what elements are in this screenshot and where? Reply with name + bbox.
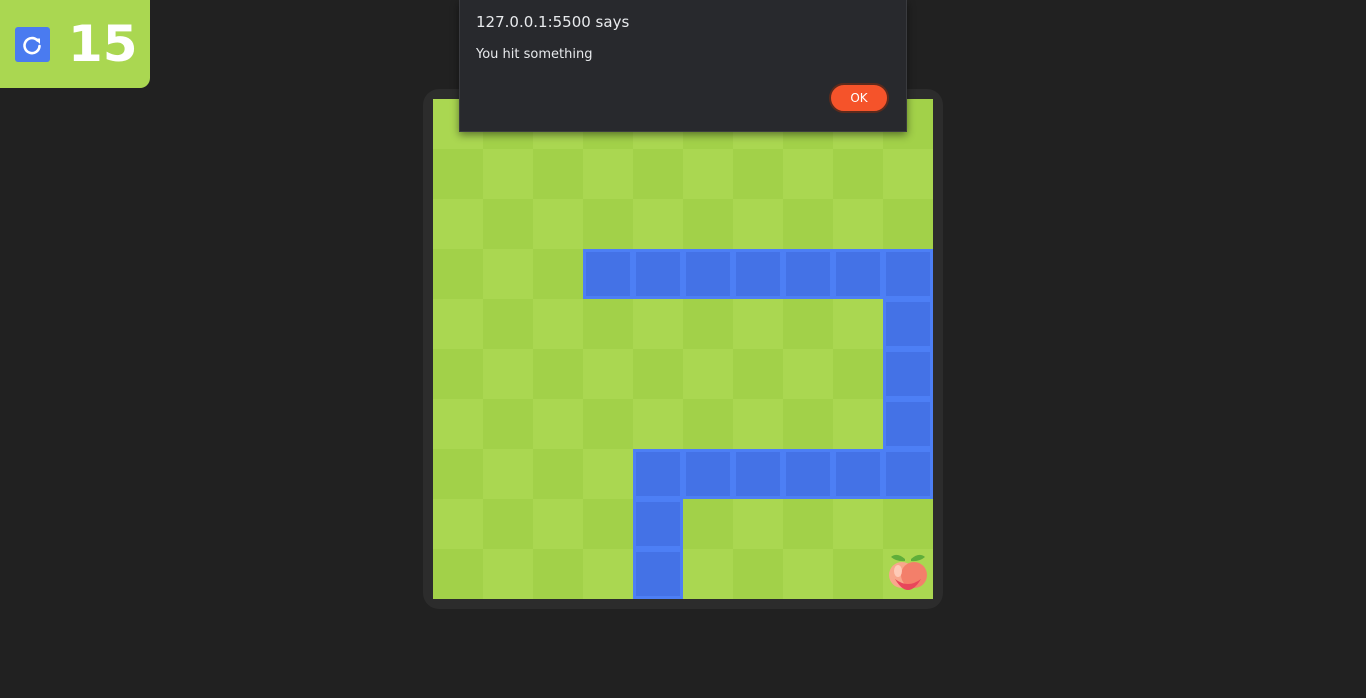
- peach-icon: [883, 549, 933, 599]
- board-cell: [583, 499, 633, 549]
- score-value: 15: [68, 15, 138, 73]
- board-cell: [683, 299, 733, 349]
- board-cell: [633, 149, 683, 199]
- dialog-title: 127.0.0.1:5500 says: [476, 13, 630, 31]
- board-cell: [683, 399, 733, 449]
- score-panel: 15: [0, 0, 150, 88]
- board-cell: [683, 349, 733, 399]
- board-cell: [433, 499, 483, 549]
- board-cell: [783, 399, 833, 449]
- board-cell: [433, 349, 483, 399]
- board-cell: [633, 399, 683, 449]
- snake-segment: [883, 399, 933, 449]
- board-cell: [483, 349, 533, 399]
- snake-segment: [833, 449, 883, 499]
- board-cell: [433, 149, 483, 199]
- snake-segment: [733, 449, 783, 499]
- board-cell: [583, 149, 633, 199]
- board-cell: [883, 499, 933, 549]
- board-cell: [833, 349, 883, 399]
- snake-segment: [583, 249, 633, 299]
- snake-segment: [883, 349, 933, 399]
- board-cell: [483, 449, 533, 499]
- ok-button[interactable]: OK: [829, 83, 889, 113]
- board-cell: [783, 349, 833, 399]
- board-cell: [583, 549, 633, 599]
- board-cell: [433, 399, 483, 449]
- snake-segment: [683, 249, 733, 299]
- board-cell: [533, 349, 583, 399]
- snake-segment: [883, 449, 933, 499]
- board-cell: [783, 299, 833, 349]
- board-cell: [883, 199, 933, 249]
- board-cell: [483, 549, 533, 599]
- snake-segment: [833, 249, 883, 299]
- board-cell: [683, 549, 733, 599]
- board-cell: [533, 499, 583, 549]
- snake-segment: [783, 449, 833, 499]
- board-cell: [733, 349, 783, 399]
- board-cell: [433, 449, 483, 499]
- dialog-message: You hit something: [476, 47, 593, 62]
- snake-segment: [883, 299, 933, 349]
- snake-segment: [633, 449, 683, 499]
- alert-dialog: 127.0.0.1:5500 says You hit something OK: [459, 0, 907, 132]
- board-cell: [833, 499, 883, 549]
- snake-segment: [633, 499, 683, 549]
- board-cell: [483, 499, 533, 549]
- board-cell: [483, 149, 533, 199]
- snake-segment: [633, 249, 683, 299]
- board-cell: [833, 299, 883, 349]
- board-cell: [483, 199, 533, 249]
- board-cell: [683, 499, 733, 549]
- board-cell: [733, 399, 783, 449]
- board-cell: [483, 249, 533, 299]
- board-cell: [633, 199, 683, 249]
- board-cell: [533, 299, 583, 349]
- board-cell: [733, 299, 783, 349]
- board-cell: [733, 499, 783, 549]
- board-cell: [683, 199, 733, 249]
- board-cell: [633, 349, 683, 399]
- board-cell: [783, 199, 833, 249]
- board-cell: [783, 149, 833, 199]
- board-cell: [583, 199, 633, 249]
- board-cell: [683, 149, 733, 199]
- restart-icon: [23, 36, 41, 55]
- board-cell: [533, 549, 583, 599]
- board-cell: [433, 299, 483, 349]
- board-cell: [533, 449, 583, 499]
- snake-segment: [783, 249, 833, 299]
- board-cell: [883, 149, 933, 199]
- board-cell: [583, 449, 633, 499]
- snake-segment: [883, 249, 933, 299]
- restart-button[interactable]: [15, 27, 50, 62]
- game-board[interactable]: [433, 99, 933, 599]
- board-cell: [433, 199, 483, 249]
- board-cell: [833, 199, 883, 249]
- board-cell: [583, 399, 633, 449]
- board-cell: [533, 249, 583, 299]
- board-cell: [733, 149, 783, 199]
- snake-segment: [683, 449, 733, 499]
- board-cell: [833, 549, 883, 599]
- board-cell: [433, 249, 483, 299]
- board-cell: [533, 399, 583, 449]
- board-cell: [783, 549, 833, 599]
- board-cell: [833, 149, 883, 199]
- board-cell: [833, 399, 883, 449]
- board-cell: [433, 549, 483, 599]
- board-cell: [483, 299, 533, 349]
- board-cell: [583, 299, 633, 349]
- board-cell: [633, 299, 683, 349]
- board-cell: [733, 199, 783, 249]
- board-cell: [733, 549, 783, 599]
- snake-segment: [633, 549, 683, 599]
- board-cell: [533, 199, 583, 249]
- board-cell: [783, 499, 833, 549]
- board-cell: [583, 349, 633, 399]
- board-cell: [533, 149, 583, 199]
- snake-segment: [733, 249, 783, 299]
- board-cell: [483, 399, 533, 449]
